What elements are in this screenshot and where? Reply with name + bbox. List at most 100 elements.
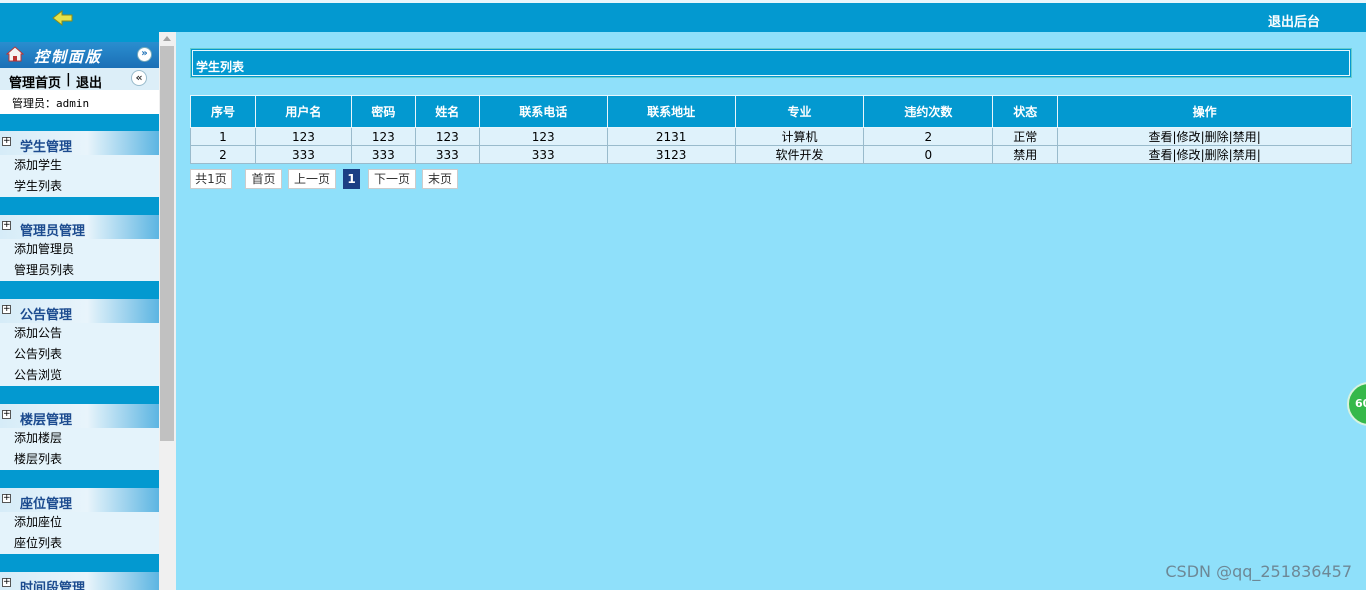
group-items: 添加楼层 楼层列表 <box>0 428 159 470</box>
col-header-actions: 操作 <box>1057 95 1352 128</box>
group-title[interactable]: 时间段管理 <box>20 577 85 590</box>
collapse-sidebar-icon[interactable]: « <box>131 70 147 86</box>
scrollbar-thumb[interactable] <box>160 46 174 441</box>
table-header-row: 序号 用户名 密码 姓名 联系电话 联系地址 专业 违约次数 状态 操作 <box>190 95 1352 128</box>
next-page-button[interactable]: 下一页 <box>368 169 416 189</box>
cell-major: 软件开发 <box>734 145 865 164</box>
top-bar: 退出后台 <box>0 0 1366 32</box>
admin-info: 管理员：admin <box>0 90 159 114</box>
group-floor-management[interactable]: + 楼层管理 <box>0 404 159 428</box>
group-title[interactable]: 学生管理 <box>20 136 72 155</box>
cell-violations: 0 <box>863 145 994 164</box>
group-notice-management[interactable]: + 公告管理 <box>0 299 159 323</box>
cell-violations: 2 <box>863 127 994 146</box>
col-header-index: 序号 <box>190 95 256 128</box>
col-header-address: 联系地址 <box>606 95 736 128</box>
control-panel-header: 控制面版 » <box>0 42 159 68</box>
cell-index: 2 <box>190 145 256 164</box>
page-title-bar: 学生列表 <box>190 48 1352 78</box>
prev-page-button[interactable]: 上一页 <box>288 169 336 189</box>
sidebar-item-add-floor[interactable]: 添加楼层 <box>0 428 159 449</box>
page-total: 共1页 <box>190 169 232 189</box>
group-items: 添加学生 学生列表 <box>0 155 159 197</box>
sidebar-item-add-student[interactable]: 添加学生 <box>0 155 159 176</box>
group-admin-management[interactable]: + 管理员管理 <box>0 215 159 239</box>
sidebar-item-add-admin[interactable]: 添加管理员 <box>0 239 159 260</box>
sidebar-item-notice-list[interactable]: 公告列表 <box>0 344 159 365</box>
cell-actions: 查看|修改|删除|禁用| <box>1057 127 1352 146</box>
sidebar: 控制面版 » 管理首页 | 退出 « 管理员：admin + 学生管理 添加学生… <box>0 32 159 590</box>
delete-link[interactable]: 删除 <box>1205 130 1229 144</box>
logout-admin-link[interactable]: 退出后台 <box>1268 11 1320 30</box>
cell-major: 计算机 <box>734 127 865 146</box>
admin-home-link[interactable]: 管理首页 <box>9 72 61 91</box>
sidebar-item-add-notice[interactable]: 添加公告 <box>0 323 159 344</box>
page-title: 学生列表 <box>196 60 245 74</box>
group-title[interactable]: 公告管理 <box>20 304 72 323</box>
cell-address: 3123 <box>606 145 736 164</box>
delete-link[interactable]: 删除 <box>1205 148 1229 162</box>
table-row: 1 123 123 123 123 2131 计算机 2 正常 查看|修改|删除… <box>190 127 1352 146</box>
group-title[interactable]: 管理员管理 <box>20 220 85 239</box>
group-student-management[interactable]: + 学生管理 <box>0 131 159 155</box>
disable-link[interactable]: 禁用 <box>1233 148 1257 162</box>
group-items: 添加管理员 管理员列表 <box>0 239 159 281</box>
first-page-button[interactable]: 首页 <box>245 169 282 189</box>
sidebar-item-admin-list[interactable]: 管理员列表 <box>0 260 159 281</box>
expand-icon[interactable]: + <box>2 137 11 146</box>
control-panel-title: 控制面版 <box>34 48 103 66</box>
current-page[interactable]: 1 <box>343 169 360 189</box>
op-separator: | <box>1256 148 1261 162</box>
col-header-status: 状态 <box>992 95 1059 128</box>
edit-link[interactable]: 修改 <box>1177 148 1201 162</box>
cell-phone: 123 <box>478 127 608 146</box>
exit-link[interactable]: 退出 <box>76 72 102 91</box>
expand-icon[interactable]: + <box>2 578 11 587</box>
cell-status: 禁用 <box>992 145 1059 164</box>
group-title[interactable]: 座位管理 <box>20 493 72 512</box>
last-page-button[interactable]: 末页 <box>422 169 458 189</box>
col-header-violations: 违约次数 <box>863 95 994 128</box>
col-header-name: 姓名 <box>414 95 480 128</box>
cell-username: 333 <box>254 145 352 164</box>
expand-icon[interactable]: + <box>2 410 11 419</box>
cell-username: 123 <box>254 127 352 146</box>
sidebar-item-floor-list[interactable]: 楼层列表 <box>0 449 159 470</box>
sidebar-item-seat-list[interactable]: 座位列表 <box>0 533 159 554</box>
expand-icon[interactable]: + <box>2 494 11 503</box>
cell-password: 333 <box>350 145 416 164</box>
scroll-up-icon[interactable] <box>163 36 171 41</box>
floating-badge[interactable]: 60 <box>1347 382 1366 426</box>
edit-link[interactable]: 修改 <box>1177 130 1201 144</box>
sidebar-item-student-list[interactable]: 学生列表 <box>0 176 159 197</box>
nav-row: 管理首页 | 退出 « <box>0 68 159 91</box>
expand-icon[interactable]: + <box>2 305 11 314</box>
back-arrow-icon[interactable] <box>52 9 74 27</box>
group-items: 添加座位 座位列表 <box>0 512 159 554</box>
col-header-major: 专业 <box>734 95 865 128</box>
group-title[interactable]: 楼层管理 <box>20 409 72 428</box>
disable-link[interactable]: 禁用 <box>1233 130 1257 144</box>
chevron-down-icon[interactable]: » <box>137 47 152 62</box>
table-row: 2 333 333 333 333 3123 软件开发 0 禁用 查看|修改|删… <box>190 145 1352 164</box>
watermark: CSDN @qq_251836457 <box>1165 562 1352 581</box>
col-header-phone: 联系电话 <box>478 95 608 128</box>
sidebar-item-notice-browse[interactable]: 公告浏览 <box>0 365 159 386</box>
view-link[interactable]: 查看 <box>1148 148 1172 162</box>
admin-name: 管理员：admin <box>12 97 90 110</box>
cell-index: 1 <box>190 127 256 146</box>
col-header-password: 密码 <box>350 95 416 128</box>
op-separator: | <box>1256 130 1261 144</box>
student-table: 序号 用户名 密码 姓名 联系电话 联系地址 专业 违约次数 状态 操作 1 1… <box>190 95 1352 164</box>
home-icon <box>6 46 24 62</box>
cell-name: 123 <box>414 127 480 146</box>
sidebar-item-add-seat[interactable]: 添加座位 <box>0 512 159 533</box>
sidebar-scrollbar[interactable] <box>159 32 176 590</box>
expand-icon[interactable]: + <box>2 221 11 230</box>
cell-phone: 333 <box>478 145 608 164</box>
col-header-username: 用户名 <box>254 95 352 128</box>
cell-password: 123 <box>350 127 416 146</box>
view-link[interactable]: 查看 <box>1148 130 1172 144</box>
group-seat-management[interactable]: + 座位管理 <box>0 488 159 512</box>
group-timeslot-management[interactable]: + 时间段管理 <box>0 572 159 590</box>
